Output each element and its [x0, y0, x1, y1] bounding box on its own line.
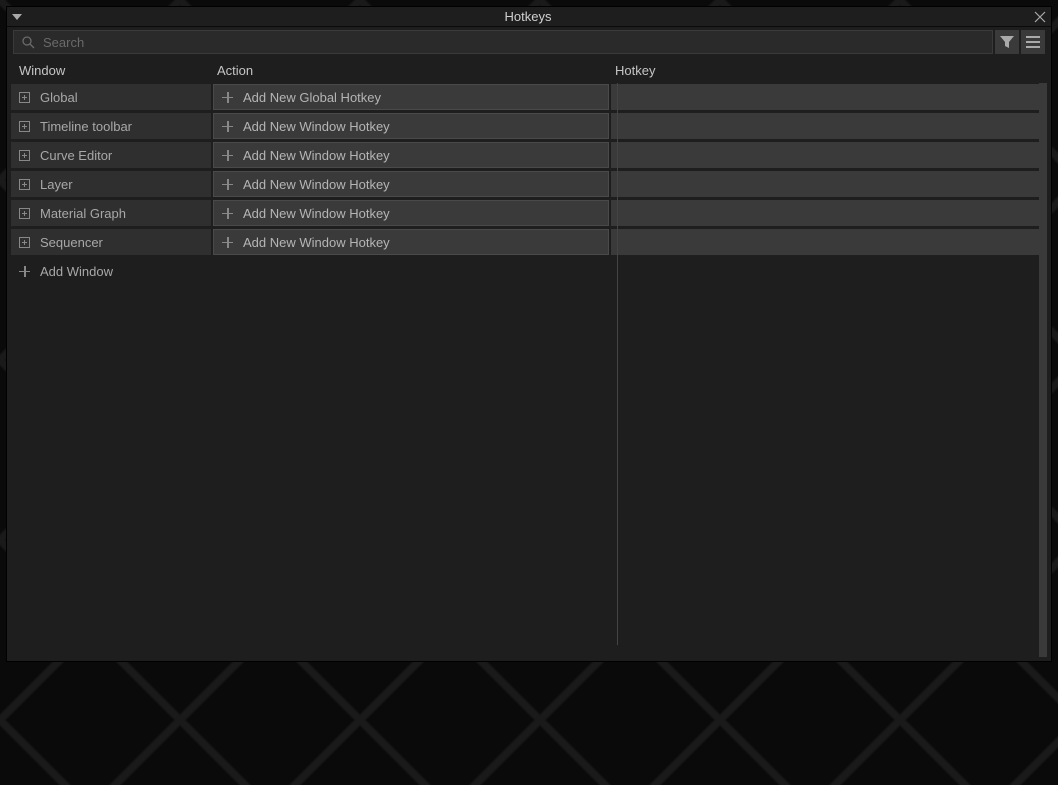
add-window-button[interactable]: Add Window: [11, 258, 211, 284]
action-label: Add New Window Hotkey: [243, 206, 390, 221]
add-window-hotkey-button[interactable]: Add New Window Hotkey: [213, 229, 609, 255]
plus-icon: [222, 121, 233, 132]
hotkey-cell[interactable]: [611, 142, 1041, 168]
plus-icon: [19, 266, 30, 277]
expand-icon: [19, 208, 30, 219]
search-icon: [22, 36, 35, 49]
filter-icon: [1000, 36, 1014, 48]
add-global-hotkey-button[interactable]: Add New Global Hotkey: [213, 84, 609, 110]
window-cell-curve-editor[interactable]: Curve Editor: [11, 142, 211, 168]
action-label: Add New Window Hotkey: [243, 177, 390, 192]
table-row: Curve Editor Add New Window Hotkey: [11, 141, 1047, 169]
table-row: Layer Add New Window Hotkey: [11, 170, 1047, 198]
expand-icon: [19, 92, 30, 103]
hotkey-cell[interactable]: [611, 84, 1041, 110]
column-header-hotkey[interactable]: Hotkey: [611, 63, 1047, 78]
hotkeys-dialog: Hotkeys W: [6, 6, 1052, 662]
table-row: Global Add New Global Hotkey: [11, 83, 1047, 111]
add-window-row: Add Window: [11, 257, 1047, 285]
window-cell-layer[interactable]: Layer: [11, 171, 211, 197]
expand-icon: [19, 179, 30, 190]
window-label: Timeline toolbar: [40, 119, 132, 134]
window-label: Layer: [40, 177, 73, 192]
table-row: Sequencer Add New Window Hotkey: [11, 228, 1047, 256]
table-row: Timeline toolbar Add New Window Hotkey: [11, 112, 1047, 140]
titlebar-menu-dropdown[interactable]: [7, 7, 27, 27]
window-label: Curve Editor: [40, 148, 112, 163]
table-body: Global Add New Global Hotkey Timeline to…: [11, 83, 1047, 657]
filter-button[interactable]: [995, 30, 1019, 54]
toolbar: [7, 27, 1051, 57]
add-window-hotkey-button[interactable]: Add New Window Hotkey: [213, 200, 609, 226]
search-box[interactable]: [13, 30, 993, 54]
window-cell-material-graph[interactable]: Material Graph: [11, 200, 211, 226]
column-divider[interactable]: [617, 83, 618, 645]
hotkey-cell[interactable]: [611, 229, 1041, 255]
window-cell-timeline-toolbar[interactable]: Timeline toolbar: [11, 113, 211, 139]
plus-icon: [222, 237, 233, 248]
close-button[interactable]: [1029, 7, 1051, 27]
hamburger-icon: [1026, 36, 1040, 48]
action-label: Add New Window Hotkey: [243, 148, 390, 163]
window-label: Global: [40, 90, 78, 105]
close-icon: [1034, 11, 1046, 23]
plus-icon: [222, 208, 233, 219]
dialog-title: Hotkeys: [27, 9, 1029, 24]
hotkey-cell[interactable]: [611, 171, 1041, 197]
menu-button[interactable]: [1021, 30, 1045, 54]
table-row: Material Graph Add New Window Hotkey: [11, 199, 1047, 227]
window-cell-sequencer[interactable]: Sequencer: [11, 229, 211, 255]
plus-icon: [222, 150, 233, 161]
expand-icon: [19, 237, 30, 248]
dropdown-triangle-icon: [12, 14, 22, 20]
hotkey-cell[interactable]: [611, 200, 1041, 226]
vertical-scrollbar[interactable]: [1039, 83, 1047, 657]
add-window-hotkey-button[interactable]: Add New Window Hotkey: [213, 113, 609, 139]
action-label: Add New Global Hotkey: [243, 90, 381, 105]
add-window-hotkey-button[interactable]: Add New Window Hotkey: [213, 142, 609, 168]
hotkey-cell[interactable]: [611, 113, 1041, 139]
window-label: Material Graph: [40, 206, 126, 221]
add-window-hotkey-button[interactable]: Add New Window Hotkey: [213, 171, 609, 197]
add-window-label: Add Window: [40, 264, 113, 279]
plus-icon: [222, 179, 233, 190]
table-header: Window Action Hotkey: [11, 57, 1047, 83]
column-header-action[interactable]: Action: [213, 63, 611, 78]
titlebar: Hotkeys: [7, 7, 1051, 27]
column-header-window[interactable]: Window: [11, 63, 213, 78]
expand-icon: [19, 121, 30, 132]
window-label: Sequencer: [40, 235, 103, 250]
expand-icon: [19, 150, 30, 161]
window-cell-global[interactable]: Global: [11, 84, 211, 110]
plus-icon: [222, 92, 233, 103]
action-label: Add New Window Hotkey: [243, 235, 390, 250]
action-label: Add New Window Hotkey: [243, 119, 390, 134]
content-area: Window Action Hotkey Global Add New Glob…: [7, 57, 1051, 661]
search-input[interactable]: [43, 35, 984, 50]
